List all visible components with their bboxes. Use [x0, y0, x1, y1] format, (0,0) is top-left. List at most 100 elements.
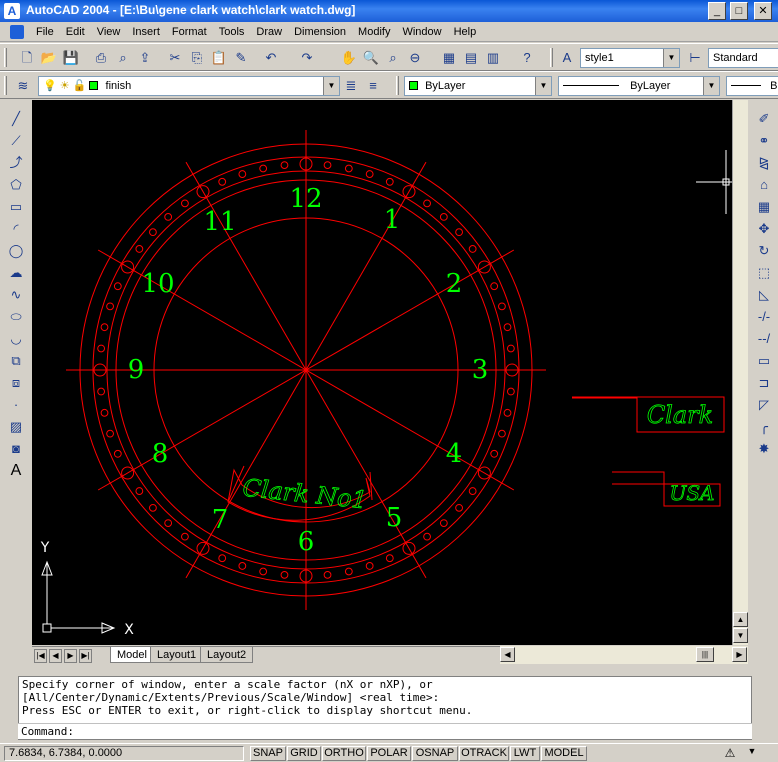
drawing-area[interactable]: 12 1 2 3 4 5 6 7 8 9 10 11 Clark No1 Cla… — [32, 100, 732, 645]
otrack-toggle[interactable]: OTRACK — [459, 746, 509, 761]
circle-icon[interactable]: ◯ — [7, 242, 25, 260]
copy-icon[interactable]: ⎘ — [188, 49, 206, 67]
polygon-icon[interactable]: ⬠ — [7, 176, 25, 194]
offset-icon[interactable]: ⌂ — [755, 176, 773, 194]
tab-layout1[interactable]: Layout1 — [150, 647, 204, 663]
menu-file[interactable]: File — [30, 25, 60, 39]
toolbar-grip[interactable] — [550, 48, 553, 67]
ellipse-arc-icon[interactable]: ◡ — [7, 330, 25, 348]
tray-settings-icon[interactable]: ▼ — [744, 746, 760, 761]
array-icon[interactable]: ▦ — [755, 198, 773, 216]
tool-palettes-icon[interactable]: ▥ — [484, 49, 502, 67]
menu-draw[interactable]: Draw — [250, 25, 288, 39]
lineweight-select[interactable]: B — [726, 76, 778, 96]
scroll-down-icon[interactable]: ▼ — [733, 628, 748, 643]
dim-style-select[interactable]: Standard — [708, 48, 778, 68]
hatch-icon[interactable]: ▨ — [7, 418, 25, 436]
menu-tools[interactable]: Tools — [213, 25, 251, 39]
new-icon[interactable]: 🗋 — [18, 49, 36, 67]
communication-center-icon[interactable]: ⚠ — [722, 746, 738, 761]
polar-toggle[interactable]: POLAR — [367, 746, 411, 761]
grid-toggle[interactable]: GRID — [287, 746, 321, 761]
menu-dimension[interactable]: Dimension — [288, 25, 352, 39]
menu-view[interactable]: View — [91, 25, 127, 39]
scroll-thumb[interactable]: ||| — [696, 647, 714, 662]
menu-help[interactable]: Help — [448, 25, 483, 39]
vertical-scrollbar[interactable]: ▲ ▼ — [732, 100, 748, 645]
toolbar-grip[interactable] — [4, 48, 7, 67]
properties-icon[interactable]: ▦ — [440, 49, 458, 67]
minimize-button[interactable]: _ — [708, 2, 726, 20]
plot-icon[interactable]: ⎙ — [92, 49, 110, 67]
color-select[interactable]: ByLayer ▼ — [404, 76, 552, 96]
model-space-toggle[interactable]: MODEL — [541, 746, 587, 761]
extend-icon[interactable]: --/ — [755, 330, 773, 348]
menu-insert[interactable]: Insert — [126, 25, 166, 39]
break-at-point-icon[interactable]: ▭ — [755, 352, 773, 370]
construction-line-icon[interactable]: ⟋ — [7, 132, 25, 150]
chevron-down-icon[interactable]: ▼ — [663, 49, 679, 67]
dim-style-icon[interactable]: ⊢ — [686, 49, 704, 67]
maximize-button[interactable]: □ — [730, 2, 748, 20]
chevron-down-icon[interactable]: ▼ — [323, 77, 339, 95]
linetype-select[interactable]: ByLayer ▼ — [558, 76, 720, 96]
arc-icon[interactable]: ◜ — [7, 220, 25, 238]
insert-block-icon[interactable]: ⧉ — [7, 352, 25, 370]
horizontal-scrollbar[interactable]: ◀ ||| ▶ — [500, 646, 748, 664]
toolbar-grip[interactable] — [4, 76, 7, 95]
make-block-icon[interactable]: ⧈ — [7, 374, 25, 392]
erase-icon[interactable]: ✐ — [755, 110, 773, 128]
plot-preview-icon[interactable]: ⌕ — [114, 49, 132, 67]
first-tab-icon[interactable]: |◀ — [34, 649, 47, 663]
break-icon[interactable]: ⊐ — [755, 374, 773, 392]
rotate-icon[interactable]: ↻ — [755, 242, 773, 260]
explode-icon[interactable]: ✸ — [755, 440, 773, 458]
scroll-left-icon[interactable]: ◀ — [500, 647, 515, 662]
design-center-icon[interactable]: ▤ — [462, 49, 480, 67]
copy-object-icon[interactable]: ⚭ — [755, 132, 773, 150]
save-icon[interactable]: 💾 — [62, 49, 80, 67]
help-icon[interactable]: ? — [518, 49, 536, 67]
open-icon[interactable]: 📂 — [40, 49, 58, 67]
zoom-previous-icon[interactable]: ⊖ — [406, 49, 424, 67]
rectangle-icon[interactable]: ▭ — [7, 198, 25, 216]
point-icon[interactable]: · — [7, 396, 25, 414]
next-tab-icon[interactable]: ▶ — [64, 649, 77, 663]
chamfer-icon[interactable]: ◸ — [755, 396, 773, 414]
scroll-right-icon[interactable]: ▶ — [732, 647, 747, 662]
mirror-icon[interactable]: ⧎ — [755, 154, 773, 172]
spline-icon[interactable]: ∿ — [7, 286, 25, 304]
menu-modify[interactable]: Modify — [352, 25, 396, 39]
text-style-icon[interactable]: A — [558, 49, 576, 67]
layer-manager-icon[interactable]: ≋ — [14, 77, 32, 95]
region-icon[interactable]: ◙ — [7, 440, 25, 458]
chevron-down-icon[interactable]: ▼ — [703, 77, 719, 95]
menu-format[interactable]: Format — [166, 25, 213, 39]
close-button[interactable]: ✕ — [754, 2, 772, 20]
polyline-icon[interactable]: ⤴ — [7, 154, 25, 172]
trim-icon[interactable]: -/- — [755, 308, 773, 326]
tab-layout2[interactable]: Layout2 — [200, 647, 254, 663]
lwt-toggle[interactable]: LWT — [510, 746, 540, 761]
publish-icon[interactable]: ⇪ — [136, 49, 154, 67]
redo-icon[interactable]: ↷ — [298, 49, 316, 67]
layer-select[interactable]: 💡 ☀ 🔓 finish ▼ — [38, 76, 340, 96]
paste-icon[interactable]: 📋 — [210, 49, 228, 67]
line-icon[interactable]: ╱ — [7, 110, 25, 128]
toolbar-grip[interactable] — [396, 76, 399, 95]
scroll-up-icon[interactable]: ▲ — [733, 612, 748, 627]
chevron-down-icon[interactable]: ▼ — [535, 77, 551, 95]
prev-tab-icon[interactable]: ◀ — [49, 649, 62, 663]
multiline-text-icon[interactable]: A — [7, 462, 25, 480]
menu-window[interactable]: Window — [396, 25, 447, 39]
text-style-select[interactable]: style1 ▼ — [580, 48, 680, 68]
autocad-app-icon[interactable]: A — [4, 3, 20, 19]
coordinate-readout[interactable]: 7.6834, 6.7384, 0.0000 — [4, 746, 244, 761]
osnap-toggle[interactable]: OSNAP — [412, 746, 458, 761]
stretch-icon[interactable]: ◺ — [755, 286, 773, 304]
menu-edit[interactable]: Edit — [60, 25, 91, 39]
ellipse-icon[interactable]: ⬭ — [7, 308, 25, 326]
document-icon[interactable] — [10, 25, 24, 39]
snap-toggle[interactable]: SNAP — [250, 746, 286, 761]
revision-cloud-icon[interactable]: ☁ — [7, 264, 25, 282]
